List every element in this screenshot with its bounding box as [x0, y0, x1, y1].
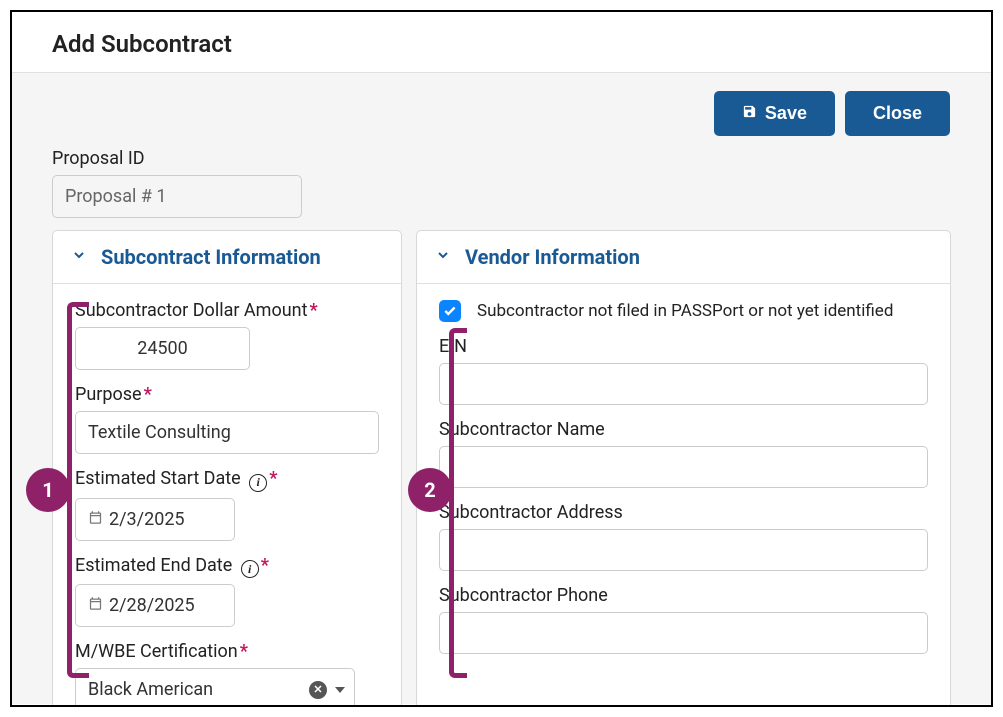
cert-label: M/WBE Certification* [75, 641, 379, 662]
sub-name-label: Subcontractor Name [439, 419, 928, 440]
calendar-icon [88, 509, 103, 530]
clear-icon[interactable]: ✕ [309, 681, 327, 699]
panel-subcontract-title: Subcontract Information [101, 245, 321, 269]
sub-phone-input[interactable] [439, 612, 928, 654]
panel-subcontract: Subcontract Information Subcontractor Do… [52, 230, 402, 707]
amount-input[interactable]: 24500 [75, 327, 250, 370]
caret-down-icon[interactable] [335, 687, 345, 693]
proposal-id-block: Proposal ID Proposal # 1 [52, 148, 951, 218]
panel-subcontract-header[interactable]: Subcontract Information [53, 231, 401, 284]
start-date-input[interactable]: 2/3/2025 [75, 498, 235, 541]
required-marker: * [309, 300, 317, 321]
start-date-value: 2/3/2025 [109, 509, 185, 530]
ein-label: EIN [439, 336, 928, 357]
required-marker: * [269, 468, 277, 489]
chevron-down-icon [71, 247, 87, 267]
sub-phone-label: Subcontractor Phone [439, 585, 928, 606]
sub-address-label: Subcontractor Address [439, 502, 928, 523]
required-marker: * [261, 555, 269, 576]
purpose-label: Purpose* [75, 384, 379, 405]
close-button-label: Close [873, 103, 922, 124]
required-marker: * [240, 641, 248, 662]
end-date-input[interactable]: 2/28/2025 [75, 584, 235, 627]
start-date-label: Estimated Start Date i* [75, 468, 379, 492]
modal-window: Add Subcontract Save Close Proposal ID P… [10, 10, 993, 707]
modal-content: Save Close Proposal ID Proposal # 1 Subc… [12, 73, 991, 704]
info-icon[interactable]: i [249, 474, 267, 492]
panel-vendor-header[interactable]: Vendor Information [417, 231, 950, 284]
modal-title: Add Subcontract [52, 30, 951, 58]
annotation-bracket-1 [67, 302, 89, 678]
modal-header: Add Subcontract [12, 12, 991, 73]
amount-label: Subcontractor Dollar Amount* [75, 300, 379, 321]
save-icon [742, 103, 757, 124]
chevron-down-icon [435, 247, 451, 267]
annotation-badge-2: 2 [408, 468, 452, 512]
info-icon[interactable]: i [241, 560, 259, 578]
close-button[interactable]: Close [845, 91, 950, 136]
panel-subcontract-body: Subcontractor Dollar Amount* 24500 Purpo… [53, 284, 401, 707]
calendar-icon [88, 595, 103, 616]
proposal-id-field: Proposal # 1 [52, 175, 302, 218]
toolbar: Save Close [52, 91, 951, 136]
panel-vendor-title: Vendor Information [465, 245, 640, 269]
annotation-bracket-2 [449, 328, 467, 678]
save-button-label: Save [765, 103, 807, 124]
sub-name-input[interactable] [439, 446, 928, 488]
required-marker: * [144, 384, 152, 405]
annotation-badge-1: 1 [26, 468, 70, 512]
panel-vendor-body: Subcontractor not filed in PASSPort or n… [417, 284, 950, 678]
ein-input[interactable] [439, 363, 928, 405]
panels-row: Subcontract Information Subcontractor Do… [52, 230, 951, 707]
not-filed-label: Subcontractor not filed in PASSPort or n… [477, 301, 893, 321]
panel-vendor: Vendor Information Subcontractor not fil… [416, 230, 951, 707]
end-date-value: 2/28/2025 [109, 595, 195, 616]
save-button[interactable]: Save [714, 91, 835, 136]
proposal-id-label: Proposal ID [52, 148, 951, 169]
purpose-input[interactable]: Textile Consulting [75, 411, 379, 454]
not-filed-checkbox[interactable] [439, 300, 461, 322]
sub-address-input[interactable] [439, 529, 928, 571]
end-date-label: Estimated End Date i* [75, 555, 379, 579]
